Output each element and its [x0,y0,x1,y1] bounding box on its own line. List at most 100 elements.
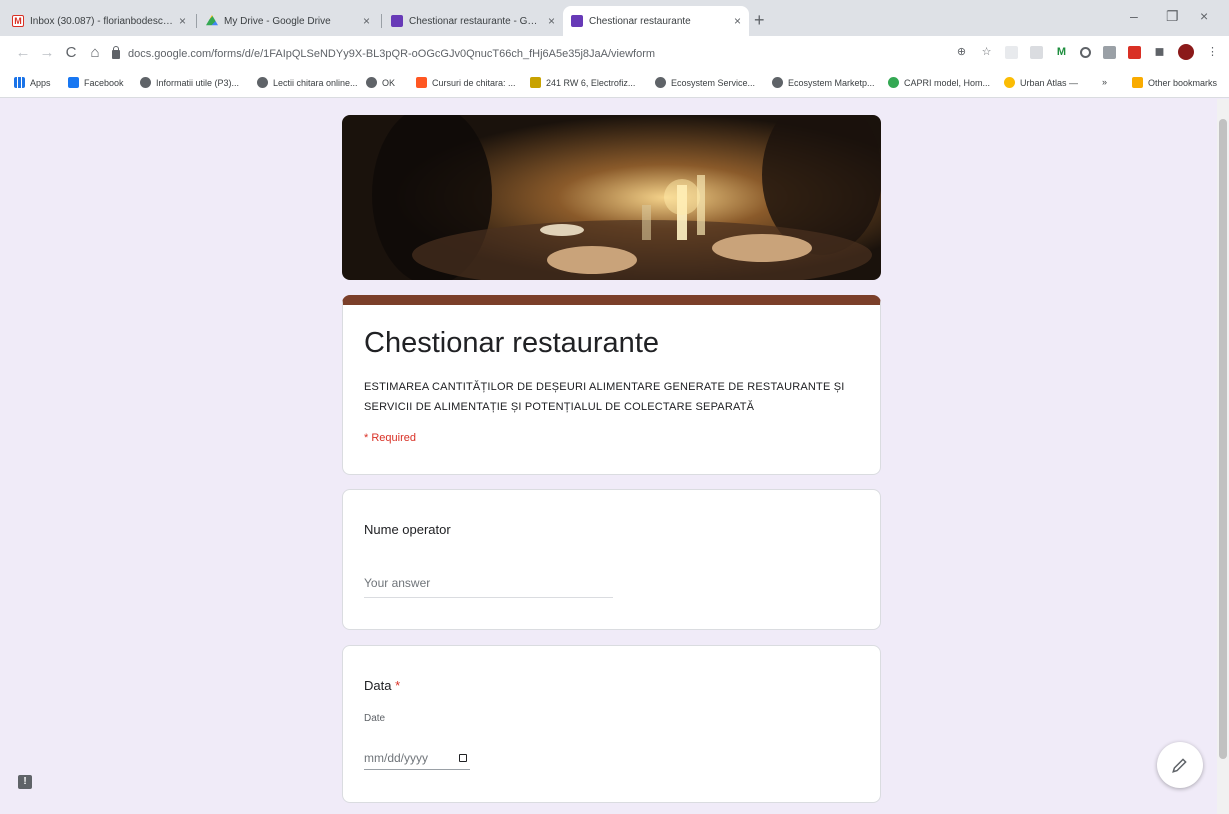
tab-separator [381,14,382,28]
gear-icon [888,77,899,88]
question-label-text: Data [364,678,392,693]
forward-button[interactable]: → [38,44,56,61]
extension-icon[interactable] [1080,46,1091,58]
bookmark-label: Ecosystem Service... [671,77,756,88]
gmail-icon: M [12,15,24,27]
scrollbar-thumb[interactable] [1219,119,1227,759]
blogger-icon [416,77,427,88]
bookmark-ecosystem-service[interactable]: Ecosystem Service... [655,77,755,88]
google-forms-icon [391,15,403,27]
date-sublabel: Date [364,713,386,724]
question-card-nume-operator: Nume operator Your answer [342,489,881,630]
bookmark-label: OK [382,77,396,88]
maximize-button[interactable]: ❐ [1166,8,1179,25]
bookmark-apps[interactable]: Apps [14,77,51,88]
bookmark-label: Apps [30,77,51,88]
menu-icon[interactable]: ⋮ [1206,46,1219,59]
google-forms-icon [571,15,583,27]
home-button[interactable]: ⌂ [86,44,104,61]
form-description: ESTIMAREA CANTITĂȚILOR DE DEȘEURI ALIMEN… [364,381,845,413]
gear-icon [1004,77,1015,88]
site-icon [530,77,541,88]
bookmark-label: Urban Atlas — [1020,77,1079,88]
new-tab-button[interactable]: + [754,10,765,31]
tab-forms-edit[interactable]: Chestionar restaurante - Google... × [383,6,563,36]
tab-forms-view[interactable]: Chestionar restaurante × [563,6,749,36]
bookmark-capri[interactable]: CAPRI model, Hom... [888,77,990,88]
bookmark-informatii[interactable]: Informatii utile (P3)... [140,77,239,88]
star-icon[interactable]: ☆ [980,46,993,59]
date-placeholder: mm/dd/yyyy [364,750,429,765]
globe-icon [655,77,666,88]
bookmark-label: Facebook [84,77,124,88]
close-window-button[interactable]: × [1200,8,1208,24]
page-scrollbar[interactable] [1217,99,1229,814]
minimize-button[interactable]: – [1130,8,1138,24]
apps-grid-icon [14,77,25,88]
tab-close-icon[interactable]: × [734,14,741,28]
tab-gmail[interactable]: M Inbox (30.087) - florianbodescu@... × [4,6,194,36]
globe-icon [140,77,151,88]
tab-close-icon[interactable]: × [548,14,555,28]
bookmark-label: Cursuri de chitara: ... [432,77,516,88]
bookmark-ecosystem-market[interactable]: Ecosystem Marketp... [772,77,875,88]
bookmark-label: Ecosystem Marketp... [788,77,875,88]
feedback-icon[interactable]: ! [18,775,32,789]
bookmark-facebook[interactable]: Facebook [68,77,124,88]
browser-toolbar: ← → C ⌂ docs.google.com/forms/d/e/1FAIpQ… [0,36,1229,70]
gmail-extension-icon[interactable]: M [1055,46,1068,59]
lock-icon [112,45,120,59]
bookmark-lectii[interactable]: Lectii chitara online... [257,77,358,88]
restaurant-photo [342,115,881,280]
edit-button[interactable] [1157,742,1203,788]
calendar-icon[interactable] [459,753,467,762]
bookmark-label: 241 RW 6, Electrofiz... [546,77,636,88]
question-label: Nume operator [364,522,451,537]
bookmark-label: Other bookmarks [1148,77,1218,88]
bookmark-ok[interactable]: OK [366,77,395,88]
zoom-icon[interactable]: ⊕ [955,46,968,59]
extension-icons: ⊕ ☆ M ⋮ [955,44,1219,60]
folder-icon [1132,77,1143,88]
nume-operator-input[interactable]: Your answer [364,576,613,598]
bookmarks-bar: Apps Facebook Informatii utile (P3)... L… [0,70,1229,98]
tab-drive[interactable]: My Drive - Google Drive × [198,6,378,36]
globe-icon [366,77,377,88]
globe-icon [257,77,268,88]
reload-button[interactable]: C [62,44,80,61]
bookmark-urban-atlas[interactable]: Urban Atlas — [1004,77,1078,88]
required-star: * [395,678,401,693]
bookmarks-overflow[interactable]: » [1102,77,1107,87]
tab-title: Inbox (30.087) - florianbodescu@... [30,15,173,27]
facebook-icon [68,77,79,88]
bookmark-241[interactable]: 241 RW 6, Electrofiz... [530,77,635,88]
tab-title: My Drive - Google Drive [224,15,331,27]
form-title: Chestionar restaurante [364,327,659,359]
date-input[interactable]: mm/dd/yyyy [364,746,470,770]
question-label: Data * [364,678,400,693]
bookmark-label: » [1102,77,1108,87]
profile-avatar[interactable] [1178,44,1194,60]
form-title-card: Chestionar restaurante ESTIMAREA CANTITĂ… [342,295,881,475]
google-drive-icon [206,15,218,26]
back-button[interactable]: ← [14,44,32,61]
bookmark-label: Informatii utile (P3)... [156,77,240,88]
bookmark-label: CAPRI model, Hom... [904,77,991,88]
tab-close-icon[interactable]: × [363,14,370,28]
extension-icon[interactable] [1030,45,1043,59]
address-text: docs.google.com/forms/d/e/1FAIpQLSeNDYy9… [128,48,656,60]
puzzle-icon[interactable] [1155,48,1164,56]
bookmark-label: Lectii chitara online... [273,77,358,88]
extension-icon[interactable] [1005,45,1018,59]
tab-separator [196,14,197,28]
bookmark-other[interactable]: Other bookmarks [1132,77,1217,88]
tab-title: Chestionar restaurante - Google... [409,15,542,27]
extension-icon[interactable] [1103,45,1116,59]
pencil-icon [1172,758,1187,773]
browser-tabstrip: M Inbox (30.087) - florianbodescu@... × … [0,0,1229,36]
pdf-extension-icon[interactable] [1128,45,1141,59]
required-note: * Required [364,432,416,444]
bookmark-cursuri[interactable]: Cursuri de chitara: ... [416,77,516,88]
tab-title: Chestionar restaurante [589,15,691,27]
tab-close-icon[interactable]: × [179,14,186,28]
